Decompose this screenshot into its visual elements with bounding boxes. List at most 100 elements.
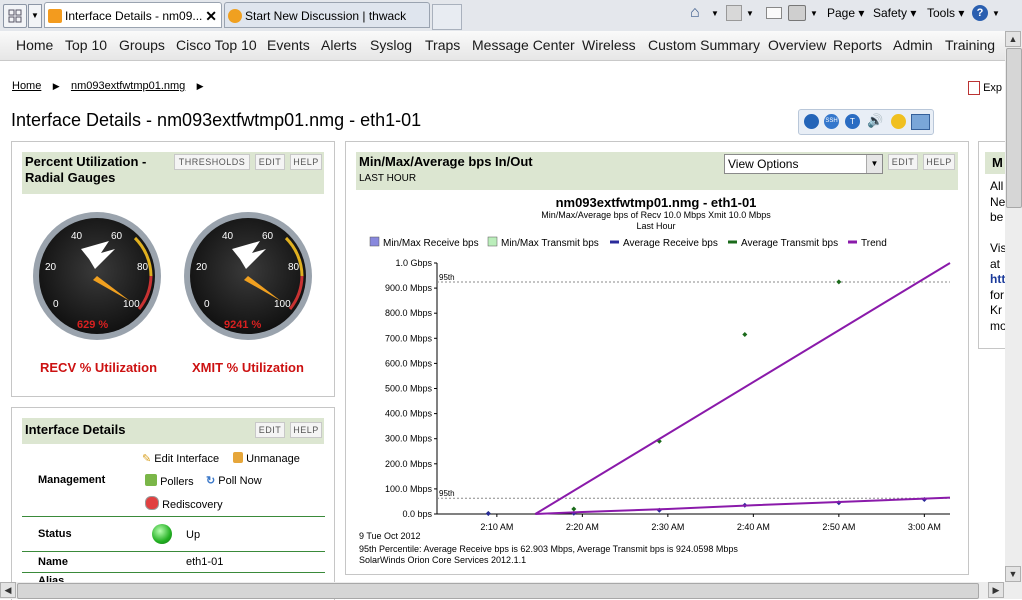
page-menu[interactable]: Page ▾ [827,6,864,20]
recv-label: RECV % Utilization [40,360,158,375]
x-tick-label: 2:10 AM [480,522,513,532]
gauge-tick: 0 [53,299,59,310]
edit-button[interactable]: EDIT [888,154,918,170]
nav-alerts[interactable]: Alerts [321,37,357,53]
chart-plot-area: 0.0 bps 100.0 Mbps 200.0 Mbps 300.0 Mbps 400… [385,258,951,532]
help-icon[interactable]: ? [972,5,988,21]
series-line-trend [535,496,951,515]
y-tick-label: 400.0 Mbps [385,409,433,419]
tab-thwack[interactable]: Start New Discussion | thwack [224,2,430,28]
x-tick-label: 2:40 AM [737,522,770,532]
chevron-down-icon[interactable]: ▼ [810,9,818,18]
rediscovery-link[interactable]: Rediscovery [145,496,223,511]
close-tab-icon[interactable]: ✕ [205,3,217,27]
nav-groups[interactable]: Groups [119,37,165,53]
y-tick-label: 500.0 Mbps [385,384,433,394]
nav-admin[interactable]: Admin [893,37,933,53]
tab-list-dropdown[interactable]: ▼ [28,4,42,28]
nav-home[interactable]: Home [16,37,53,53]
nav-custom-summary[interactable]: Custom Summary [648,37,760,53]
gauge-tick: 40 [222,231,234,242]
breadcrumb-node[interactable]: nm093extfwtmp01.nmg [71,80,185,92]
pollers-label: Pollers [160,476,194,488]
rediscovery-label: Rediscovery [162,499,223,511]
page-tools: SSH T 🔊 [798,109,934,135]
chevron-down-icon[interactable]: ▼ [746,9,754,18]
pollers-icon [145,474,157,486]
telnet-icon[interactable]: T [845,114,860,129]
receive-data-point [485,510,491,516]
edit-interface-link[interactable]: ✎ Edit Interface [142,452,219,465]
nav-cisco-top-10[interactable]: Cisco Top 10 [176,37,257,53]
remote-desktop-icon[interactable] [911,114,930,130]
tab-label: Start New Discussion | thwack [245,9,407,23]
chevron-down-icon[interactable]: ▼ [866,155,882,173]
unmanage-link[interactable]: Unmanage [233,452,300,465]
home-icon[interactable]: ⌂ [690,4,700,22]
scroll-thumb[interactable] [1006,48,1022,208]
edit-node-icon[interactable] [891,114,906,129]
quick-tabs-icon[interactable] [3,4,27,28]
help-button[interactable]: HELP [290,422,322,438]
nav-overview[interactable]: Overview [768,37,826,53]
message-panel-title: M [992,155,1003,170]
nav-message-center[interactable]: Message Center [472,37,575,53]
y-tick-label: 100.0 Mbps [385,484,433,494]
y-tick-label: 800.0 Mbps [385,308,433,318]
thresholds-button[interactable]: THRESHOLDS [174,154,250,170]
speaker-icon[interactable]: 🔊 [867,113,883,129]
tools-menu[interactable]: Tools ▾ [927,6,964,20]
edit-button[interactable]: EDIT [255,154,285,170]
vertical-scrollbar[interactable]: ▲ ▼ [1005,31,1022,582]
rediscovery-icon [145,496,159,510]
legend-swatch [487,236,498,247]
help-button[interactable]: HELP [290,154,322,170]
export-link[interactable]: Exp [968,81,1002,95]
xmit-label: XMIT % Utilization [192,360,304,375]
tab-interface-details[interactable]: Interface Details - nm09... ✕ [44,2,222,28]
nav-top-10[interactable]: Top 10 [65,37,107,53]
view-options-select[interactable]: View Options ▼ [724,154,883,174]
scroll-down-button[interactable]: ▼ [1005,566,1021,582]
new-tab-button[interactable] [432,4,462,30]
chart-percentile-footer: 95th Percentile: Average Receive bps is … [359,544,738,554]
gauge-tick: 100 [123,299,140,310]
chart-panel-subtitle: LAST HOUR [359,173,417,184]
chevron-down-icon[interactable]: ▼ [711,9,719,18]
y-tick-label: 0.0 bps [402,509,432,519]
print-icon[interactable] [788,5,806,21]
nav-traps[interactable]: Traps [425,37,460,53]
x-tick-label: 3:00 AM [908,522,941,532]
legend-label: Average Receive bps [623,238,718,249]
pollers-link[interactable]: Pollers [145,474,194,488]
scroll-up-button[interactable]: ▲ [1005,31,1021,47]
breadcrumb-arrow-icon[interactable]: ▶ [197,81,204,91]
safety-menu[interactable]: Safety ▾ [873,6,916,20]
nav-training[interactable]: Training [945,37,995,53]
percentile-95-label: 95th [439,273,455,282]
nav-reports[interactable]: Reports [833,37,882,53]
scroll-thumb[interactable] [17,583,979,599]
feeds-icon[interactable] [726,5,742,21]
poll-now-link[interactable]: ↻ Poll Now [206,474,262,487]
nav-events[interactable]: Events [267,37,310,53]
ssh-icon[interactable]: SSH [824,114,839,129]
chart-subtitle: Min/Max/Average bps of Recv 10.0 Mbps Xm… [541,210,771,220]
chevron-down-icon[interactable]: ▼ [992,9,1000,18]
node-details-icon[interactable] [804,114,819,129]
refresh-icon: ↻ [206,475,216,487]
breadcrumb-arrow-icon[interactable]: ▶ [53,81,60,91]
nav-syslog[interactable]: Syslog [370,37,412,53]
edit-button[interactable]: EDIT [255,422,285,438]
horizontal-scrollbar[interactable]: ◀ ▶ [0,582,1005,599]
scroll-left-button[interactable]: ◀ [0,582,16,598]
breadcrumb-home[interactable]: Home [12,80,41,92]
read-mail-icon[interactable] [766,7,782,19]
chart-credit: SolarWinds Orion Core Services 2012.1.1 [359,555,526,565]
legend-swatch [369,236,380,247]
help-button[interactable]: HELP [923,154,955,170]
safety-menu-label: Safety [873,6,908,20]
nav-wireless[interactable]: Wireless [582,37,636,53]
details-panel-title: Interface Details [25,422,126,437]
scroll-right-button[interactable]: ▶ [988,582,1004,598]
